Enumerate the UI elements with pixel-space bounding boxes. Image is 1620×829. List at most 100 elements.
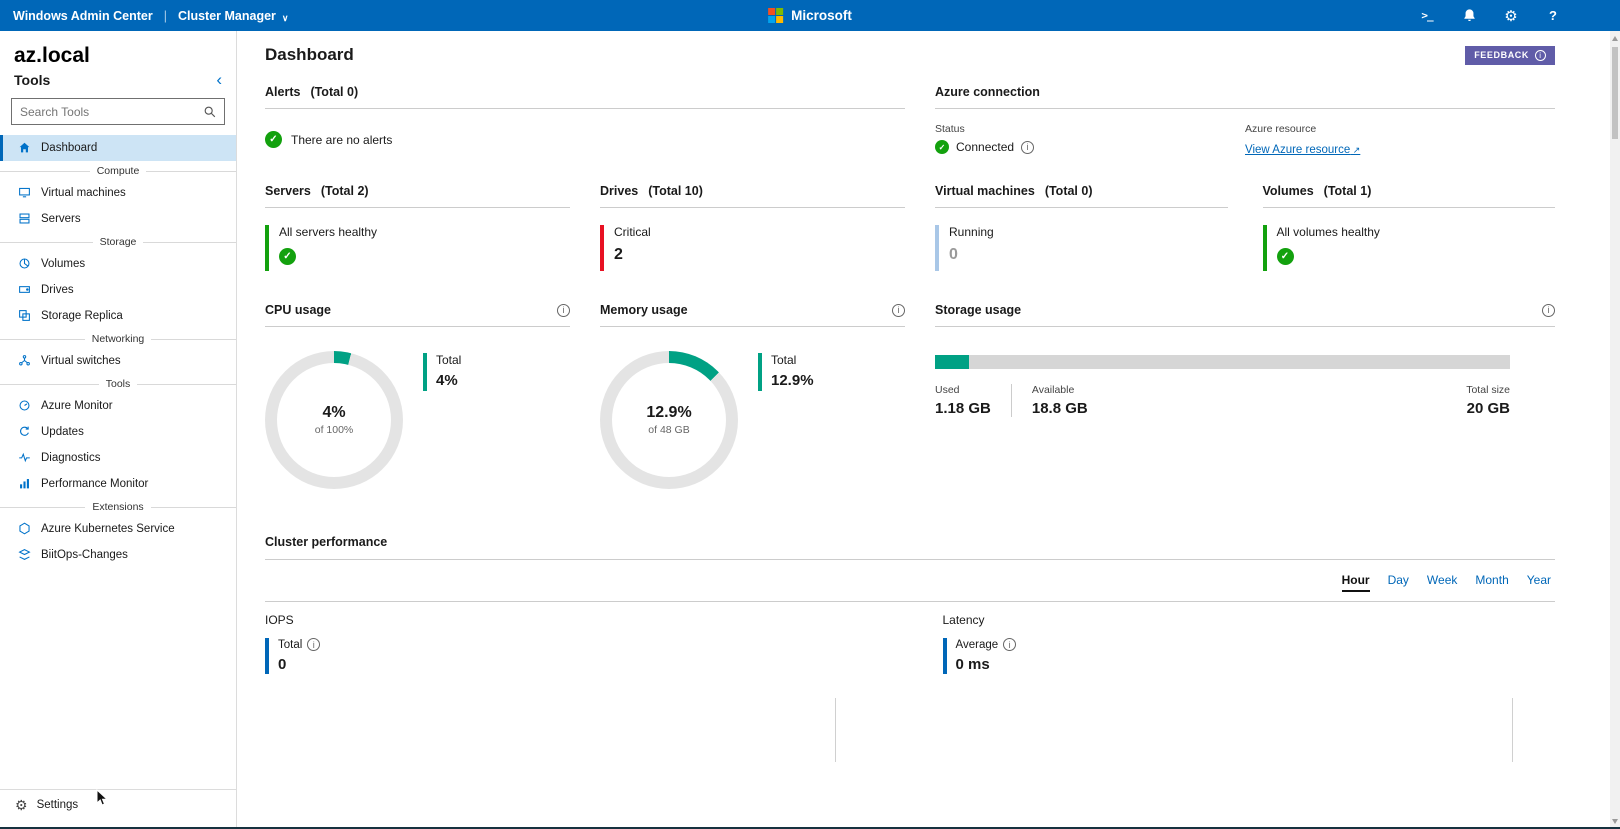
servers-total: (Total 2) [320,184,369,198]
info-icon[interactable] [892,303,905,317]
healthy-check-icon [265,131,282,148]
tab-year[interactable]: Year [1527,573,1551,592]
volumes-icon [18,257,32,271]
sidebar-item-azure-kubernetes-service[interactable]: Azure Kubernetes Service [0,516,236,542]
top-app-bar: Windows Admin Center Cluster Manager Mic… [0,0,1620,31]
iops-legend-label: Total [278,638,303,651]
sidebar-item-label: Drives [41,284,74,296]
memory-legend-label: Total [771,353,797,367]
sidebar-item-settings[interactable]: Settings [0,789,236,824]
iops-panel: IOPS Total 0 [265,613,878,762]
notifications-bell-icon[interactable] [1460,7,1478,25]
sidebar-item-biitops-changes[interactable]: BiitOps-Changes [0,542,236,568]
azure-connection-card: Azure connection Status Connected Azure … [935,85,1555,158]
tools-heading: Tools [14,71,51,88]
sidebar-item-drives[interactable]: Drives [0,277,236,303]
sidebar-item-label: Virtual machines [41,187,126,199]
dashboard-main: Dashboard FEEDBACK Alerts (Total 0) Ther… [238,31,1610,829]
sidebar-item-servers[interactable]: Servers [0,206,236,232]
vertical-scrollbar[interactable] [1610,31,1620,829]
search-input[interactable] [12,104,203,119]
sidebar-item-diagnostics[interactable]: Diagnostics [0,445,236,471]
info-icon[interactable] [307,638,321,651]
sidebar-item-label: Diagnostics [41,452,101,464]
sidebar-section-networking: Networking [0,333,236,345]
iops-value: 0 [278,656,287,673]
vms-status: Running [949,225,994,239]
servers-title: Servers [265,184,311,198]
sidebar-item-label: Performance Monitor [41,478,149,490]
app-title[interactable]: Windows Admin Center [13,9,153,23]
tab-hour[interactable]: Hour [1341,573,1370,592]
kubernetes-icon [18,522,32,536]
sidebar-item-storage-replica[interactable]: Storage Replica [0,303,236,329]
sidebar-item-performance-monitor[interactable]: Performance Monitor [0,471,236,497]
updates-icon [18,425,32,439]
alerts-total: (Total 0) [310,85,359,99]
storage-usage-title: Storage usage [935,303,1022,317]
memory-usage-title: Memory usage [600,303,688,317]
volumes-status: All volumes healthy [1276,225,1380,239]
sidebar-item-dashboard[interactable]: Dashboard [0,135,236,161]
home-icon [18,141,32,155]
legend-bar [942,638,947,674]
tab-month[interactable]: Month [1475,573,1508,592]
info-icon[interactable] [557,303,570,317]
sidebar-section-storage: Storage [0,236,236,248]
storage-available-label: Available [1031,384,1075,396]
tab-day[interactable]: Day [1388,573,1409,592]
scroll-down-arrow[interactable] [1612,819,1618,824]
drives-title: Drives [600,184,639,198]
sidebar-item-label: Azure Monitor [41,400,113,412]
microsoft-brand[interactable]: Microsoft [791,8,852,23]
cluster-performance-title: Cluster performance [265,535,1555,560]
azure-monitor-icon [18,399,32,413]
sidebar-item-azure-monitor[interactable]: Azure Monitor [0,393,236,419]
sidebar-item-volumes[interactable]: Volumes [0,251,236,277]
sidebar-item-label: Volumes [41,258,86,270]
virtual-machines-card[interactable]: Virtual machines (Total 0) Running 0 [935,184,1228,271]
help-icon[interactable] [1544,7,1562,25]
critical-bar [600,225,604,271]
servers-status: All servers healthy [279,225,378,239]
servers-card[interactable]: Servers (Total 2) All servers healthy [265,184,570,271]
memory-donut-chart: 12.9% of 48 GB [600,351,738,489]
memory-of-total: of 48 GB [648,424,690,436]
volumes-card[interactable]: Volumes (Total 1) All volumes healthy [1262,184,1555,271]
settings-gear-icon[interactable] [1502,7,1520,25]
info-icon[interactable] [1542,303,1555,317]
servers-icon [18,212,32,226]
cpu-legend-value: 4% [436,372,458,389]
legend-bar [265,638,269,674]
running-bar [935,225,939,271]
connected-check-icon [935,140,949,154]
info-icon[interactable] [1021,140,1035,154]
powershell-console-icon[interactable] [1418,7,1436,25]
feedback-label: FEEDBACK [1474,50,1529,60]
tab-week[interactable]: Week [1427,573,1457,592]
storage-replica-icon [18,309,32,323]
solution-label: Cluster Manager [177,8,276,23]
sidebar-item-virtual-machines[interactable]: Virtual machines [0,180,236,206]
view-azure-resource-link[interactable]: View Azure resource [1245,144,1360,156]
sidebar-item-label: BiitOps-Changes [41,549,128,561]
memory-legend-value: 12.9% [771,372,814,389]
memory-percent: 12.9% [646,404,692,421]
cpu-legend-label: Total [436,353,462,367]
solution-switcher[interactable]: Cluster Manager [178,9,289,23]
tools-search[interactable] [11,98,225,125]
drives-card[interactable]: Drives (Total 10) Critical 2 [600,184,905,271]
sidebar-item-updates[interactable]: Updates [0,419,236,445]
healthy-check-icon [1276,248,1294,265]
cpu-usage-title: CPU usage [265,303,331,317]
storage-usage-card: Storage usage Used 1.18 GB Available 18.… [935,303,1555,489]
virtual-machine-icon [18,186,32,200]
azure-status-value: Connected [956,140,1015,154]
feedback-button[interactable]: FEEDBACK [1465,45,1555,65]
collapse-sidebar-icon[interactable] [216,71,222,88]
scrollbar-thumb[interactable] [1612,47,1618,139]
info-icon[interactable] [1003,638,1017,651]
sidebar-item-virtual-switches[interactable]: Virtual switches [0,348,236,374]
drives-critical-count: 2 [614,246,623,263]
scroll-up-arrow[interactable] [1612,36,1618,41]
